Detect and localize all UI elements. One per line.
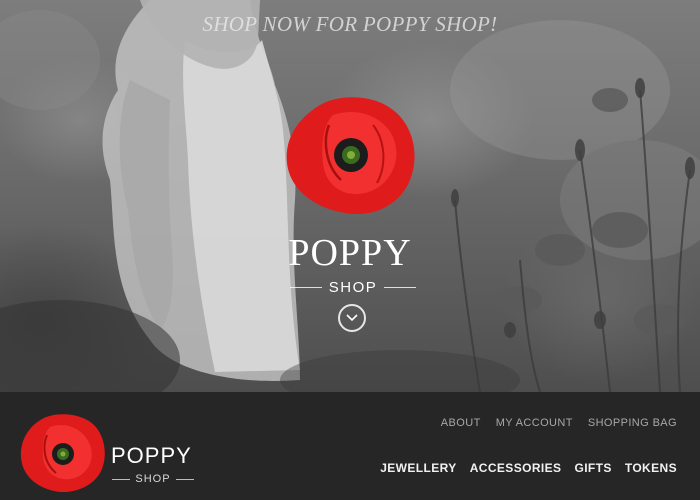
nav-shopping-bag-link[interactable]: SHOPPING BAG xyxy=(588,417,677,429)
brand-title: POPPY xyxy=(111,443,192,468)
nav-about-link[interactable]: ABOUT xyxy=(441,417,481,429)
hero-banner: SHOP NOW FOR POPPY SHOP! POPPY SHOP xyxy=(0,0,700,392)
utility-nav: ABOUT MY ACCOUNT SHOPPING BAG xyxy=(426,417,677,429)
nav-jewellery-link[interactable]: JEWELLERY xyxy=(380,461,457,475)
brand-logo-link[interactable]: POPPY SHOP xyxy=(20,410,210,493)
divider-line xyxy=(175,478,194,480)
brand-subtitle-text: SHOP xyxy=(135,473,171,485)
nav-my-account-link[interactable]: MY ACCOUNT xyxy=(496,417,573,429)
nav-tokens-link[interactable]: TOKENS xyxy=(625,461,677,475)
hero-logo-subtitle: SHOP xyxy=(290,277,417,297)
poppy-logo-icon xyxy=(20,414,105,493)
brand-subtitle: SHOP xyxy=(112,472,194,486)
poppy-flower-icon xyxy=(286,97,415,215)
hero-logo-subtitle-text: SHOP xyxy=(328,278,378,296)
main-nav: JEWELLERY ACCESSORIES GIFTS TOKENS xyxy=(367,461,677,475)
hero-tagline: SHOP NOW FOR POPPY SHOP! xyxy=(202,12,498,36)
site-header: POPPY SHOP ABOUT MY ACCOUNT SHOPPING BAG… xyxy=(0,392,700,500)
nav-gifts-link[interactable]: GIFTS xyxy=(574,461,611,475)
divider-line xyxy=(290,286,322,288)
divider-line xyxy=(384,286,417,288)
nav-accessories-link[interactable]: ACCESSORIES xyxy=(470,461,562,475)
chevron-down-icon xyxy=(346,314,358,322)
hero-logo-title: POPPY xyxy=(288,232,412,274)
divider-line xyxy=(112,478,131,480)
scroll-down-button[interactable] xyxy=(338,304,366,332)
